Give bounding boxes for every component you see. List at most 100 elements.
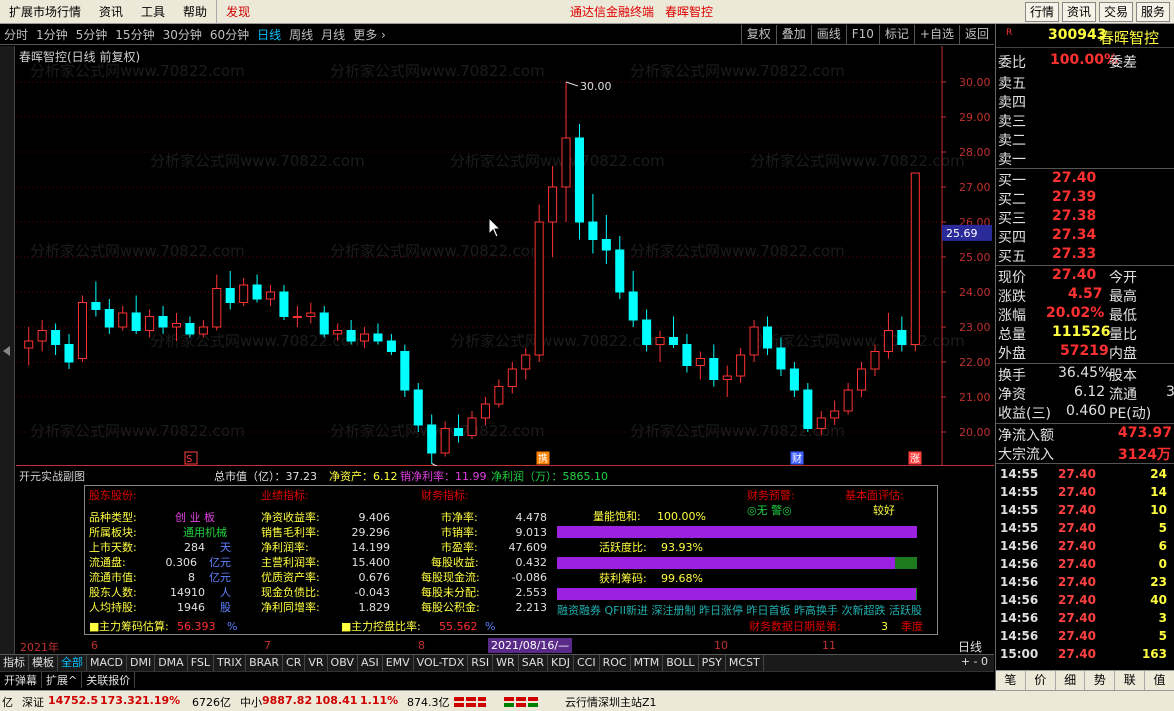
period-1min[interactable]: 1分钟 [32,26,72,43]
quote-button[interactable]: 行情 [1024,2,1059,22]
bid-price: 27.39 [1052,189,1097,205]
tab-cr[interactable]: CR [283,655,306,671]
indicator-controls[interactable]: + - 0 [961,655,988,668]
tab-psy[interactable]: PSY [699,655,726,671]
menu-news[interactable]: 资讯 [90,0,132,24]
y-tick-label: 24.00 [959,286,991,299]
tab-template[interactable]: 模板 [29,655,58,671]
stat-label2: 内盘 [1109,346,1137,362]
fund-unit: 股 [220,601,231,614]
stat-label2: 流通 [1109,387,1137,403]
tab-asi[interactable]: ASI [358,655,383,671]
tick-volume: 40 [1150,593,1167,607]
promo-stock[interactable]: 春晖智控 [665,0,713,24]
promo-terminal[interactable]: 通达信金融终端 [570,0,654,24]
extend-button[interactable]: 扩展^ [42,672,83,688]
ask-label: 卖二 [998,133,1026,149]
menu-help[interactable]: 帮助 [174,0,216,24]
tab-kdj[interactable]: KDJ [548,655,574,671]
server-name[interactable]: 云行情深圳主站Z1 [565,694,657,710]
mark-button[interactable]: 标记 [878,25,914,44]
tab-dma[interactable]: DMA [155,655,188,671]
tab-indicator[interactable]: 指标 [0,655,29,671]
period-15min[interactable]: 15分钟 [111,26,158,43]
f10-button[interactable]: F10 [845,25,879,44]
tab-all[interactable]: 全部 [58,655,87,671]
tick-row: 14:55 27.40 24 [996,467,1174,485]
left-scroll-strip[interactable] [0,46,15,654]
fund-label: 市销率: [441,526,478,539]
tab-fsl[interactable]: FSL [188,655,214,671]
period-monthly[interactable]: 月线 [317,26,349,43]
tab-price[interactable]: 价 [1026,671,1056,690]
tick-price: 27.40 [1058,539,1096,553]
tab-related[interactable]: 联 [1115,671,1146,690]
tab-vr[interactable]: VR [305,655,328,671]
breadth-bars-icon [454,697,538,707]
fund-unit: 人 [220,586,231,599]
fund-label: 净利同增率: [261,601,320,614]
period-daily[interactable]: 日线 [253,26,285,43]
fund-label: 主营利润率: [261,556,320,569]
news-button[interactable]: 资讯 [1061,2,1096,22]
period-intraday[interactable]: 分时 [0,26,32,43]
period-60min[interactable]: 60分钟 [206,26,253,43]
bar-label: 活跃度比: [599,541,647,554]
service-button[interactable]: 服务 [1135,2,1170,22]
bar-percent: 100.00% [657,510,706,523]
period-30min[interactable]: 30分钟 [159,26,206,43]
tab-rsi[interactable]: RSI [468,655,494,671]
cursor-date: 2021/08/16/— [488,638,573,653]
quote-header: R 300943 春晖智控 [996,26,1174,48]
candle-body [668,337,679,345]
tab-roc[interactable]: ROC [600,655,631,671]
tab-detail[interactable]: 细 [1056,671,1086,690]
back-button[interactable]: 返回 [958,25,994,44]
candlestick-chart[interactable]: 30.0029.0028.0027.0026.0025.0024.0023.00… [16,46,994,466]
adjust-button[interactable]: 复权 [740,25,776,44]
add-watchlist-button[interactable]: +自选 [913,25,959,44]
tab-trix[interactable]: TRIX [214,655,247,671]
index-sz-name[interactable]: 深证 [22,694,44,710]
tab-emv[interactable]: EMV [383,655,414,671]
tab-mtm[interactable]: MTM [631,655,664,671]
related-quote-button[interactable]: 关联报价 [82,672,136,688]
stat-value: 6.12 [1074,384,1106,400]
tab-trend[interactable]: 势 [1085,671,1116,690]
tab-boll[interactable]: BOLL [663,655,699,671]
tick-price: 27.40 [1058,629,1096,643]
tab-value[interactable]: 值 [1145,671,1174,690]
fund-value: 4.478 [515,511,548,524]
trade-button[interactable]: 交易 [1098,2,1133,22]
tab-sar[interactable]: SAR [519,655,549,671]
menu-discover[interactable]: 发现 [216,0,259,24]
tab-wr[interactable]: WR [493,655,519,671]
tab-vol-tdx[interactable]: VOL-TDX [414,655,469,671]
candle-body [695,358,705,366]
collapse-arrow-icon[interactable] [3,346,10,356]
event-marker-label: 携 [538,452,548,465]
menu-extended-market[interactable]: 扩展市场行情 [0,0,90,24]
stat-row: 净资 6.12 流通 3 [996,384,1174,403]
tick-price: 27.40 [1058,467,1096,481]
period-more[interactable]: 更多 › [349,26,390,43]
index-zx-name[interactable]: 中小 [240,694,262,710]
overlay-button[interactable]: 叠加 [775,25,811,44]
candle-body [803,389,813,429]
danmaku-button[interactable]: 开弹幕 [0,672,42,688]
index-zx-percent: 1.11% [360,694,399,707]
tab-mcst[interactable]: MCST [726,655,764,671]
menu-tools[interactable]: 工具 [132,0,174,24]
event-marker-label: 财 [792,452,802,465]
period-weekly[interactable]: 周线 [285,26,317,43]
candle-body [494,386,504,405]
tab-ticks[interactable]: 笔 [996,671,1026,690]
tab-obv[interactable]: OBV [328,655,358,671]
draw-button[interactable]: 画线 [810,25,846,44]
tab-brar[interactable]: BRAR [246,655,284,671]
period-5min[interactable]: 5分钟 [72,26,112,43]
fund-eval-value: 较好 [873,504,895,517]
tab-cci[interactable]: CCI [574,655,600,671]
tab-macd[interactable]: MACD [87,655,127,671]
tab-dmi[interactable]: DMI [127,655,156,671]
